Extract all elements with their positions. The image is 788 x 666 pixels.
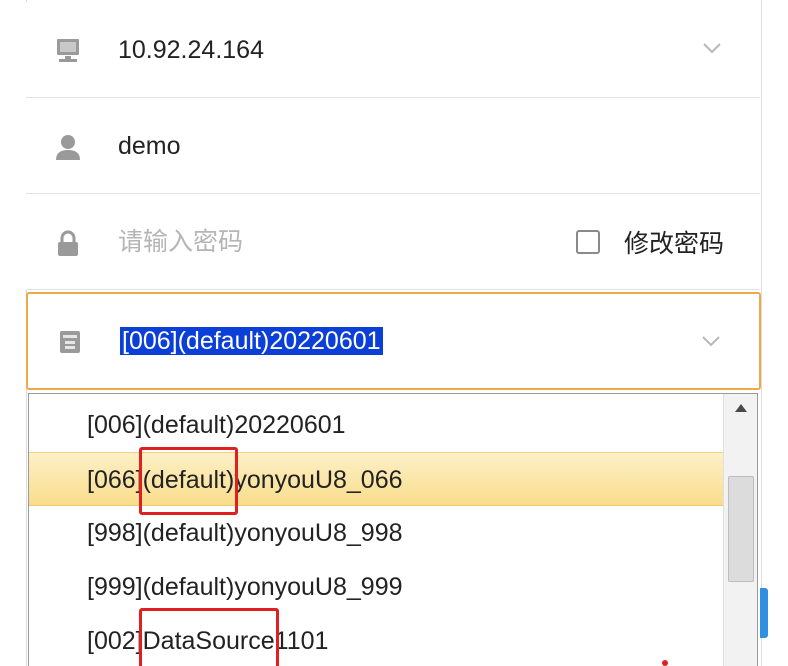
dropdown-option[interactable]: [006](default)20220601 bbox=[29, 398, 723, 452]
change-password-checkbox[interactable] bbox=[575, 230, 600, 254]
dropdown-option[interactable]: [998](default)yonyouU8_998 bbox=[29, 506, 723, 560]
username-value: demo bbox=[118, 132, 181, 160]
database-dropdown: [006](default)20220601 [066](default)yon… bbox=[28, 393, 758, 666]
arrow-up-icon bbox=[734, 404, 747, 412]
user-icon bbox=[56, 135, 80, 160]
computer-icon bbox=[57, 39, 79, 62]
database-select[interactable]: [006](default)20220601 bbox=[26, 292, 761, 390]
database-selected-text: [006](default)20220601 bbox=[120, 327, 383, 355]
dropdown-option[interactable]: [002]DataSource1101 bbox=[29, 608, 723, 666]
login-button-edge[interactable] bbox=[760, 588, 768, 638]
server-select[interactable]: 10.92.24.164 bbox=[26, 2, 760, 98]
username-field[interactable]: demo bbox=[26, 98, 760, 194]
database-icon bbox=[60, 331, 80, 353]
scrollbar-thumb[interactable] bbox=[728, 476, 754, 582]
dropdown-scrollbar[interactable] bbox=[723, 394, 757, 666]
password-placeholder: 请输入密码 bbox=[118, 228, 244, 256]
decorative-dot bbox=[662, 660, 668, 666]
password-field[interactable]: 请输入密码 修改密码 bbox=[26, 194, 760, 290]
chevron-down-icon[interactable] bbox=[701, 335, 721, 347]
scroll-up-button[interactable] bbox=[724, 394, 757, 422]
change-password-label: 修改密码 bbox=[623, 230, 724, 258]
highlight-box: (default) bbox=[138, 447, 239, 515]
database-value[interactable]: [006](default)20220601 bbox=[120, 294, 383, 388]
dropdown-option-hovered[interactable]: [066](default)yonyouU8_066 bbox=[29, 447, 723, 515]
lock-icon bbox=[58, 230, 78, 256]
highlight-box: DataSource bbox=[138, 608, 279, 666]
change-password-option[interactable]: 修改密码 bbox=[575, 194, 724, 290]
chevron-down-icon[interactable] bbox=[702, 42, 722, 54]
server-value: 10.92.24.164 bbox=[118, 36, 264, 64]
dropdown-option[interactable]: [999](default)yonyouU8_999 bbox=[29, 560, 723, 614]
